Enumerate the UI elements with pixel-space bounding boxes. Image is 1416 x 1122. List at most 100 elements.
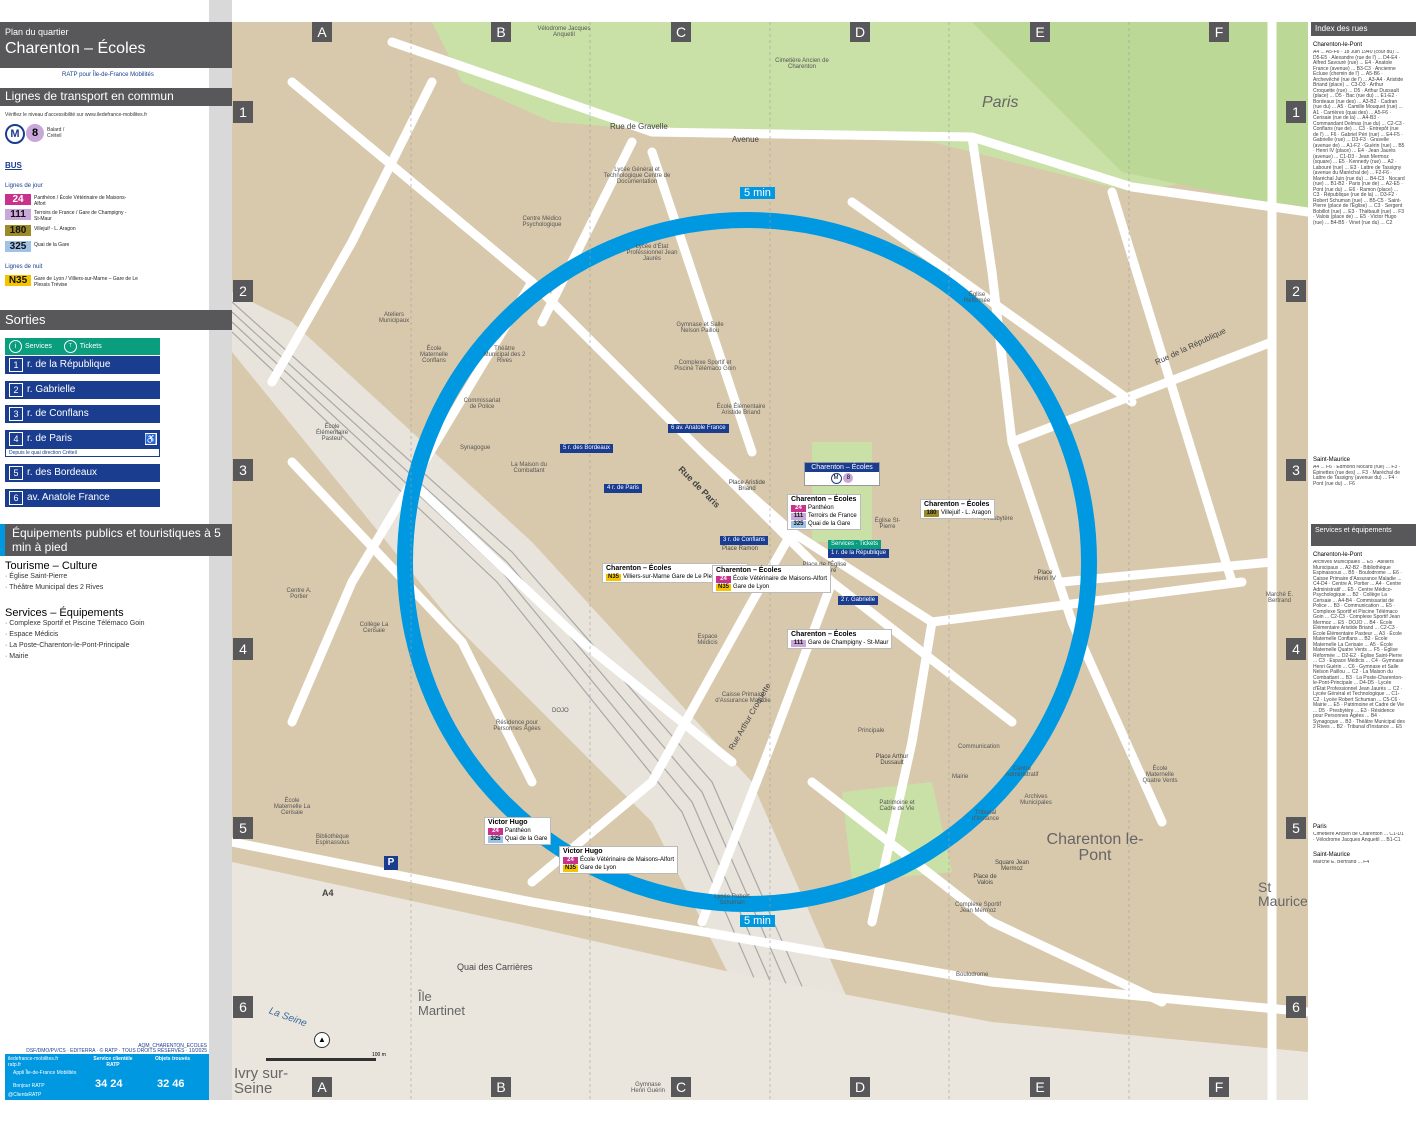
area-label-ile-martinet: Île Martinet xyxy=(418,989,465,1018)
bus-stop[interactable]: Victor Hugo 24 Panthéon 325 Quai de la Gare xyxy=(484,817,552,845)
poi-college-cerisaie: Collège La Cerisaie xyxy=(359,622,389,634)
service-item: · Complexe Sportif et Piscine Télémaco G… xyxy=(5,620,145,627)
bus-stop-line: 111 Terroirs de France xyxy=(791,512,857,520)
exit-label: r. Gabrielle xyxy=(27,384,76,395)
bus-stop-line-badge: N35 xyxy=(563,865,578,872)
bus-stop[interactable]: Charenton – Écoles 24 École Vétérinaire de… xyxy=(712,565,832,593)
map-tickets-label: Tickets xyxy=(859,541,879,547)
bus-line-dest: Villejuif - L. Aragon xyxy=(34,226,76,232)
exit-6[interactable]: 6 av. Anatole France xyxy=(5,489,160,507)
exit-3[interactable]: 3 r. de Conflans xyxy=(5,405,160,423)
bus-stop[interactable]: Charenton – Écoles 180 Villejuif - L. Arag… xyxy=(920,499,995,519)
exit-4[interactable]: 4 r. de Paris xyxy=(5,430,160,448)
metro-station-label[interactable]: Charenton – Écoles M 8 xyxy=(804,462,880,486)
night-lines-label: Lignes de nuit xyxy=(5,264,43,270)
grid-col-A-bottom: A xyxy=(312,1077,332,1097)
bus-stop[interactable]: Victor Hugo 24 École Vétérinaire de Maison… xyxy=(559,846,679,874)
poi-mairie: Mairie xyxy=(952,774,969,780)
map-exit-label: r. de la République xyxy=(836,550,887,556)
bus-stop-line-dest: École Vétérinaire de Maisons-Alfort xyxy=(580,857,675,863)
lost-objects-phone[interactable]: 32 46 xyxy=(157,1078,185,1090)
neighborhood-map[interactable]: 5 min 5 min Paris Charenton le-Pont St M… xyxy=(232,22,1308,1100)
site-ratp-link[interactable]: ratp.fr xyxy=(8,1062,21,1068)
map-exit-gabrielle[interactable]: 2 r. Gabrielle xyxy=(838,596,879,605)
poi-ecole-pasteur: École Élémentaire Pasteur xyxy=(315,424,348,442)
bus-stop-line-dest: Panthéon xyxy=(808,505,834,511)
map-exit-num: 1 xyxy=(831,550,835,556)
bus-icon: BUS xyxy=(5,161,22,170)
bus-stop-line-dest: École Vétérinaire de Maisons-Alfort xyxy=(733,576,828,582)
bus-stop-line-dest: Gare de Lyon xyxy=(733,584,770,590)
exit-2[interactable]: 2 r. Gabrielle xyxy=(5,381,160,399)
map-exit-paris[interactable]: 4 r. de Paris xyxy=(604,484,643,493)
index-equip-town-stmaurice: Saint-Maurice xyxy=(1313,852,1351,858)
poi-caisse-primaire: Caisse Primaire d'Assurance Maladie xyxy=(715,692,771,704)
exit-1[interactable]: 1 r. de la République xyxy=(5,356,160,374)
bus-stop-line-badge: 111 xyxy=(791,513,806,520)
poi-ecole-la-cerisaie: École Maternelle La Cerisaie xyxy=(273,798,311,816)
service-item: · Espace Médicis xyxy=(5,631,59,638)
grid-col-D: D xyxy=(850,22,870,42)
grid-col-B-bottom: B xyxy=(491,1077,511,1097)
map-exit-label: r. de Conflans xyxy=(728,537,766,543)
street-label-quai-carrieres: Quai des Carrières xyxy=(457,962,533,972)
map-exit-conflans[interactable]: 3 r. de Conflans xyxy=(720,536,769,545)
index-equip-list: Archives Municipales ... E5 · Ateliers M… xyxy=(1313,560,1405,730)
poi-ecole-quatre-vents: École Maternelle Quatre Vents xyxy=(1142,766,1178,784)
poi-communication: Communication xyxy=(958,744,1000,750)
services-title: Services – Équipements xyxy=(5,607,124,619)
grid-col-F-bottom: F xyxy=(1209,1077,1229,1097)
street-label-avenue: Avenue xyxy=(732,135,759,144)
metro-8-small: 8 xyxy=(843,473,854,483)
app-idfm: Appli Île-de-France Mobilités xyxy=(13,1070,77,1076)
bus-line-dest: Quai de la Gare xyxy=(34,242,70,248)
poi-velodrome: Vélodrome Jacques Anquetil xyxy=(537,26,591,38)
map-exit-bordeaux[interactable]: 5 r. des Bordeaux xyxy=(560,444,614,453)
bus-stop[interactable]: Charenton – Écoles 24 Panthéon 111 Terroirs … xyxy=(787,494,861,530)
map-exit-num: 5 xyxy=(563,445,567,451)
map-exit-label: r. des Bordeaux xyxy=(568,445,611,451)
bus-stop-line: 24 Panthéon xyxy=(488,827,547,835)
map-exit-label: r. Gabrielle xyxy=(846,597,876,603)
service-client-phone[interactable]: 34 24 xyxy=(95,1078,123,1090)
social-handle[interactable]: @ClientsRATP xyxy=(8,1092,41,1098)
exit-number: 2 xyxy=(9,383,23,397)
info-icon: i xyxy=(9,340,22,353)
tourism-title: Tourisme – Culture xyxy=(5,560,98,572)
metro-icon-small: M xyxy=(830,473,842,484)
map-exit-label: r. de Paris xyxy=(612,485,640,491)
map-exit-republique[interactable]: 1 r. de la République xyxy=(828,549,890,558)
service-client-title: Service clientèle RATP xyxy=(93,1056,133,1068)
index-equip-town-paris: Paris xyxy=(1313,824,1327,830)
scale-label: 100 m xyxy=(372,1052,386,1058)
grid-row-4: 4 xyxy=(233,638,253,660)
poi-lycee-schuman: Lycée Robert Schuman xyxy=(714,894,750,906)
index-town-stmaurice: Saint-Maurice xyxy=(1313,457,1351,463)
app-ratp: Bonjour RATP xyxy=(13,1083,45,1089)
bus-stop[interactable]: Charenton – Écoles 111 Gare de Champigny -… xyxy=(787,629,893,649)
bus-stop-line-dest: Quai de la Gare xyxy=(505,836,548,842)
poi-residence: Résidence pour Personnes Âgées xyxy=(493,720,541,732)
poi-centre-medico: Centre Médico Psychologique xyxy=(522,216,562,228)
exits-heading: Sorties xyxy=(5,312,46,327)
poi-tribunal: Tribunal d'Instance xyxy=(971,810,1000,822)
area-label-charenton: Charenton le-Pont xyxy=(1046,831,1144,864)
bus-stop-line-dest: Gare de Lyon xyxy=(580,865,617,871)
exit-5[interactable]: 5 r. des Bordeaux xyxy=(5,464,160,482)
poi-synagogue: Synagogue xyxy=(460,445,491,451)
services-tickets-bar: i Services T Tickets xyxy=(5,338,160,355)
exit-number: 1 xyxy=(9,358,23,372)
poi-principale: Principale xyxy=(858,728,885,734)
tourism-item: · Théâtre Municipal des 2 Rives xyxy=(5,584,104,591)
index-equip-town: Charenton-le-Pont xyxy=(1313,552,1363,558)
grid-row-2: 2 xyxy=(233,280,253,302)
exit-number: 5 xyxy=(9,466,23,480)
bus-stop-line-badge: 24 xyxy=(716,576,731,583)
tourism-item: · Église Saint-Pierre xyxy=(5,573,68,580)
grid-col-C-bottom: C xyxy=(671,1077,691,1097)
grid-col-B: B xyxy=(491,22,511,42)
metro-station-lines: M 8 xyxy=(805,472,879,485)
map-exit-anatole[interactable]: 6 av. Anatole France xyxy=(668,424,729,433)
bus-stop-line-badge: N35 xyxy=(606,574,621,581)
exit-number: 6 xyxy=(9,491,23,505)
